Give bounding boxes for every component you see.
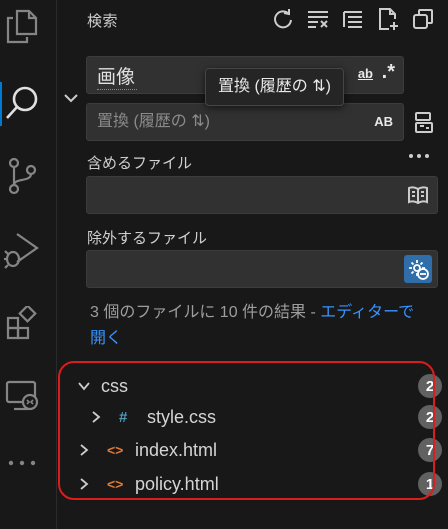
tree-item-file-index-html[interactable]: <> index.html 7 [57, 434, 448, 466]
chevron-right-icon [80, 478, 89, 490]
tree-item-label: policy.html [135, 473, 219, 494]
results-summary: 3 個のファイルに 10 件の結果 - エディターで開く [90, 300, 425, 352]
tree-item-file-policy-html[interactable]: <> policy.html 1 [57, 468, 448, 500]
new-search-editor-icon[interactable] [375, 6, 401, 32]
include-input[interactable] [87, 177, 437, 213]
run-and-debug-icon[interactable] [0, 230, 44, 270]
toggle-replace-chevron-icon[interactable] [63, 90, 79, 106]
extensions-icon[interactable] [0, 306, 44, 340]
chevron-right-icon [92, 411, 101, 423]
use-regex-toggle[interactable]: .* [382, 61, 395, 84]
include-box [86, 176, 438, 214]
replace-tooltip: 置換 (履歴の ⇅) [205, 68, 344, 106]
use-exclude-settings-toggle[interactable] [404, 255, 432, 283]
chevron-right-icon [80, 444, 89, 456]
activity-bar [0, 0, 57, 529]
include-label: 含めるファイル [87, 155, 193, 172]
tree-item-label: css [101, 375, 128, 396]
tree-item-label: style.css [147, 406, 217, 427]
panel-title: 検索 [87, 13, 119, 30]
more-views-icon[interactable] [0, 458, 44, 468]
collapse-all-icon[interactable] [340, 6, 366, 32]
match-whole-word-toggle[interactable]: ab [358, 66, 373, 81]
search-icon[interactable] [0, 84, 44, 122]
exclude-box [86, 250, 438, 288]
search-panel: 検索 画像 ab .* 置換 (履歴の ⇅) AB 置換 (履歴の ⇅) 含める… [57, 0, 448, 529]
tree-item-label: index.html [135, 439, 218, 460]
explorer-icon[interactable] [0, 8, 44, 44]
exclude-input[interactable] [87, 251, 437, 287]
title-actions [270, 6, 436, 32]
chevron-down-icon [78, 382, 90, 391]
remote-explorer-icon[interactable] [0, 378, 44, 414]
clear-results-icon[interactable] [305, 6, 331, 32]
preserve-case-toggle[interactable]: AB [374, 114, 393, 129]
settings-gear-exclude-icon [409, 260, 429, 280]
html-file-icon: <> [107, 442, 124, 458]
view-as-tree-icon[interactable] [410, 6, 436, 32]
replace-box: AB [86, 103, 404, 141]
match-count-badge: 7 [418, 438, 442, 462]
search-underline [97, 87, 137, 90]
match-count-badge: 1 [418, 472, 442, 496]
replace-all-icon[interactable] [412, 110, 436, 139]
tree-item-file-style-css[interactable]: # style.css 2 [57, 401, 448, 433]
source-control-icon[interactable] [0, 156, 44, 196]
refresh-icon[interactable] [270, 6, 296, 32]
css-file-icon: # [119, 408, 128, 426]
match-count-badge: 2 [418, 405, 442, 429]
html-file-icon: <> [107, 476, 124, 492]
results-summary-text: 3 個のファイルに 10 件の結果 - [90, 304, 321, 321]
exclude-label: 除外するファイル [87, 230, 208, 247]
match-count-badge: 2 [418, 374, 442, 398]
search-only-open-editors-icon[interactable] [407, 185, 429, 210]
replace-input[interactable] [87, 104, 403, 140]
more-options-icon[interactable] [408, 147, 430, 165]
tree-item-folder-css[interactable]: css 2 [57, 370, 448, 402]
